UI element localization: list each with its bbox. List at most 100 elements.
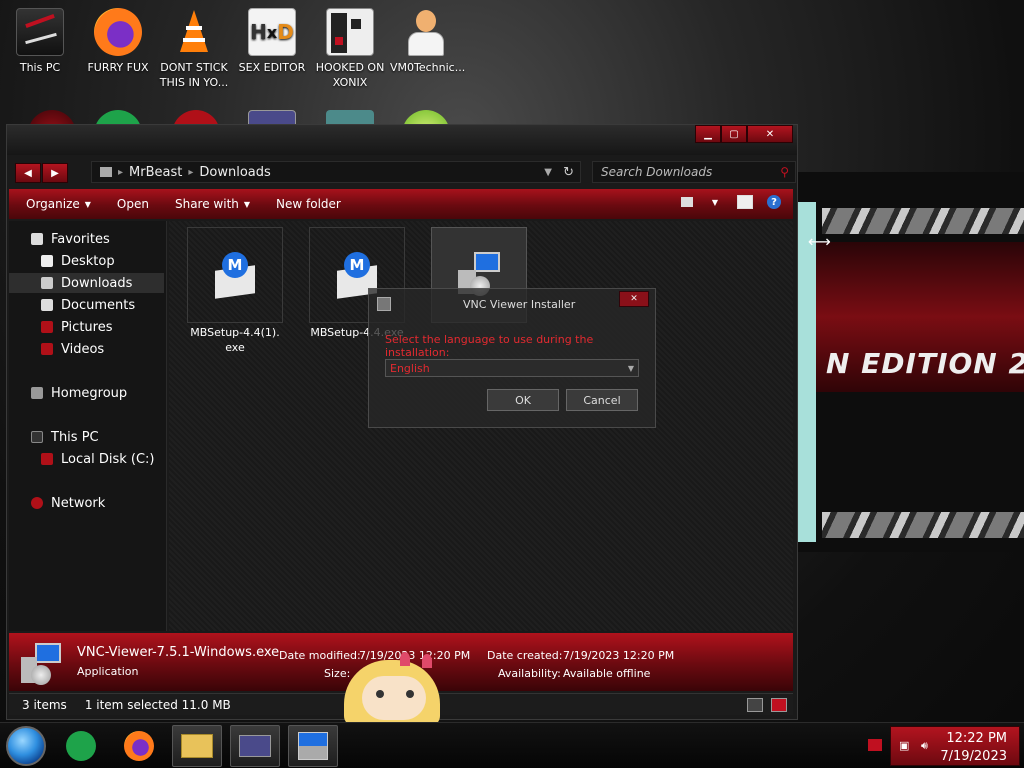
language-select[interactable]: English ▼: [385, 359, 639, 377]
system-tray[interactable]: ▣ 🔊︎ 12:22 PM 7/19/2023: [890, 726, 1020, 766]
preview-pane-icon[interactable]: [737, 195, 753, 209]
nav-favorites[interactable]: Favorites: [9, 229, 164, 249]
background-window-edge: [796, 202, 816, 542]
computer-icon: [31, 431, 43, 443]
notification-flag-icon[interactable]: [868, 739, 882, 751]
clock-time: 12:22 PM: [946, 731, 1007, 746]
large-icons-view-icon[interactable]: [771, 697, 787, 712]
nav-documents[interactable]: Documents: [9, 295, 164, 315]
forward-button[interactable]: ▶: [42, 163, 68, 183]
view-options-chevron-icon[interactable]: ▼: [707, 195, 723, 209]
folder-icon: [100, 167, 112, 177]
breadcrumb-downloads[interactable]: Downloads: [199, 165, 270, 180]
details-view-icon[interactable]: [747, 697, 763, 712]
desktop-icon-furry-fux[interactable]: FURRY FUX: [82, 8, 154, 75]
resize-cursor-icon: ⟷: [808, 232, 831, 251]
explorer-titlebar[interactable]: ▁ ▢ ✕: [7, 125, 797, 155]
breadcrumb-separator-icon: ▸: [118, 166, 124, 178]
new-folder-label: New folder: [276, 197, 341, 211]
availability-value: Available offline: [563, 667, 651, 680]
change-view-icon[interactable]: [681, 197, 693, 207]
xonix-game-icon: [326, 8, 374, 56]
taskbar-card-app[interactable]: [230, 725, 280, 767]
nav-network[interactable]: Network: [9, 493, 164, 513]
installer-icon: [377, 297, 391, 311]
background-window[interactable]: N EDITION 201 ⟷: [795, 172, 1024, 552]
open-button[interactable]: Open: [117, 197, 149, 211]
address-dropdown-icon[interactable]: ▼: [544, 167, 552, 178]
cancel-button[interactable]: Cancel: [566, 389, 638, 411]
drive-icon: [41, 453, 53, 465]
spotify-icon: [66, 731, 96, 761]
help-icon[interactable]: ?: [767, 195, 781, 209]
nav-local-disk[interactable]: Local Disk (C:): [9, 449, 164, 469]
navigation-pane: Favorites Desktop Downloads Documents Pi…: [9, 221, 167, 631]
breadcrumb-separator-icon: ▸: [188, 166, 194, 178]
nav-this-pc-label: This PC: [51, 429, 99, 445]
language-value: English: [390, 361, 430, 375]
taskbar-firefox[interactable]: [114, 725, 164, 767]
nav-desktop[interactable]: Desktop: [9, 251, 164, 271]
nav-downloads[interactable]: Downloads: [9, 273, 164, 293]
documents-icon: [41, 299, 53, 311]
desktop-icon-this-pc[interactable]: This PC: [4, 8, 76, 75]
nav-this-pc[interactable]: This PC: [9, 427, 164, 447]
breadcrumb-mrbeast[interactable]: MrBeast: [129, 165, 182, 180]
share-with-button[interactable]: Share with ▼: [175, 197, 250, 211]
taskbar-file-explorer[interactable]: [172, 725, 222, 767]
star-icon: [31, 233, 43, 245]
desktop-icon-hooked-on-xonix[interactable]: HOOKED ON XONIX: [314, 8, 386, 90]
cartoon-character-sticker: [336, 650, 456, 726]
nav-videos[interactable]: Videos: [9, 339, 164, 359]
view-switcher: [747, 697, 787, 712]
volume-icon[interactable]: 🔊︎: [921, 739, 935, 753]
desktop-icon-vm0technic[interactable]: VM0Technic...: [390, 8, 465, 75]
window-controls: ▁ ▢ ✕: [695, 125, 793, 143]
pictures-icon: [41, 321, 53, 333]
desktop-icon-sex-editor[interactable]: HxD SEX EDITOR: [236, 8, 308, 75]
file-tile: M: [187, 227, 283, 323]
vnc-installer-dialog[interactable]: VNC Viewer Installer ✕ Select the langua…: [368, 288, 656, 428]
computer-icon: [16, 8, 64, 56]
nav-videos-label: Videos: [61, 341, 105, 357]
folder-icon: [181, 734, 213, 758]
network-tray-icon[interactable]: ▣: [899, 739, 913, 753]
network-icon: [31, 497, 43, 509]
start-button[interactable]: [6, 726, 46, 766]
address-bar[interactable]: ▸ MrBeast ▸ Downloads ▼ ↻: [91, 161, 581, 183]
organize-button[interactable]: Organize ▼: [26, 197, 91, 211]
hxd-editor-icon: HxD: [248, 8, 296, 56]
new-folder-button[interactable]: New folder: [276, 197, 341, 211]
back-button[interactable]: ◀: [15, 163, 41, 183]
maximize-button[interactable]: ▢: [721, 125, 747, 143]
homegroup-icon: [31, 387, 43, 399]
taskbar-spotify[interactable]: [56, 725, 106, 767]
nav-homegroup[interactable]: Homegroup: [9, 383, 164, 403]
background-window-stripe-bottom: [822, 512, 1024, 538]
search-icon[interactable]: ⚲: [780, 165, 789, 179]
share-with-label: Share with: [174, 197, 239, 211]
dialog-close-button[interactable]: ✕: [619, 291, 649, 307]
open-label: Open: [116, 197, 149, 211]
desktop-icon-label: This PC: [19, 61, 61, 74]
nav-favorites-label: Favorites: [51, 231, 110, 247]
file-item[interactable]: M MBSetup-4.4(1).exe: [187, 227, 283, 355]
close-button[interactable]: ✕: [747, 125, 793, 143]
installer-computer-icon: [17, 639, 65, 687]
background-window-stripe-top: [822, 208, 1024, 234]
ok-button[interactable]: OK: [487, 389, 559, 411]
desktop-icon-dont-stick[interactable]: DONT STICK THIS IN YO...: [158, 8, 230, 90]
nav-network-label: Network: [51, 495, 106, 511]
chevron-down-icon: ▼: [243, 199, 251, 209]
desktop-icon-label: FURRY FUX: [87, 61, 149, 74]
minimize-button[interactable]: ▁: [695, 125, 721, 143]
refresh-icon[interactable]: ↻: [563, 165, 574, 180]
nav-desktop-label: Desktop: [61, 253, 115, 269]
malwarebytes-icon: M: [210, 250, 260, 300]
desktop-icon-label: HOOKED ON XONIX: [315, 61, 385, 89]
search-input[interactable]: Search Downloads ⚲: [592, 161, 796, 183]
clock-date: 7/19/2023: [940, 749, 1007, 764]
navigation-row: ◀ ▶ ▸ MrBeast ▸ Downloads ▼ ↻ Search Dow…: [15, 161, 796, 185]
nav-pictures[interactable]: Pictures: [9, 317, 164, 337]
taskbar-vnc-installer[interactable]: [288, 725, 338, 767]
